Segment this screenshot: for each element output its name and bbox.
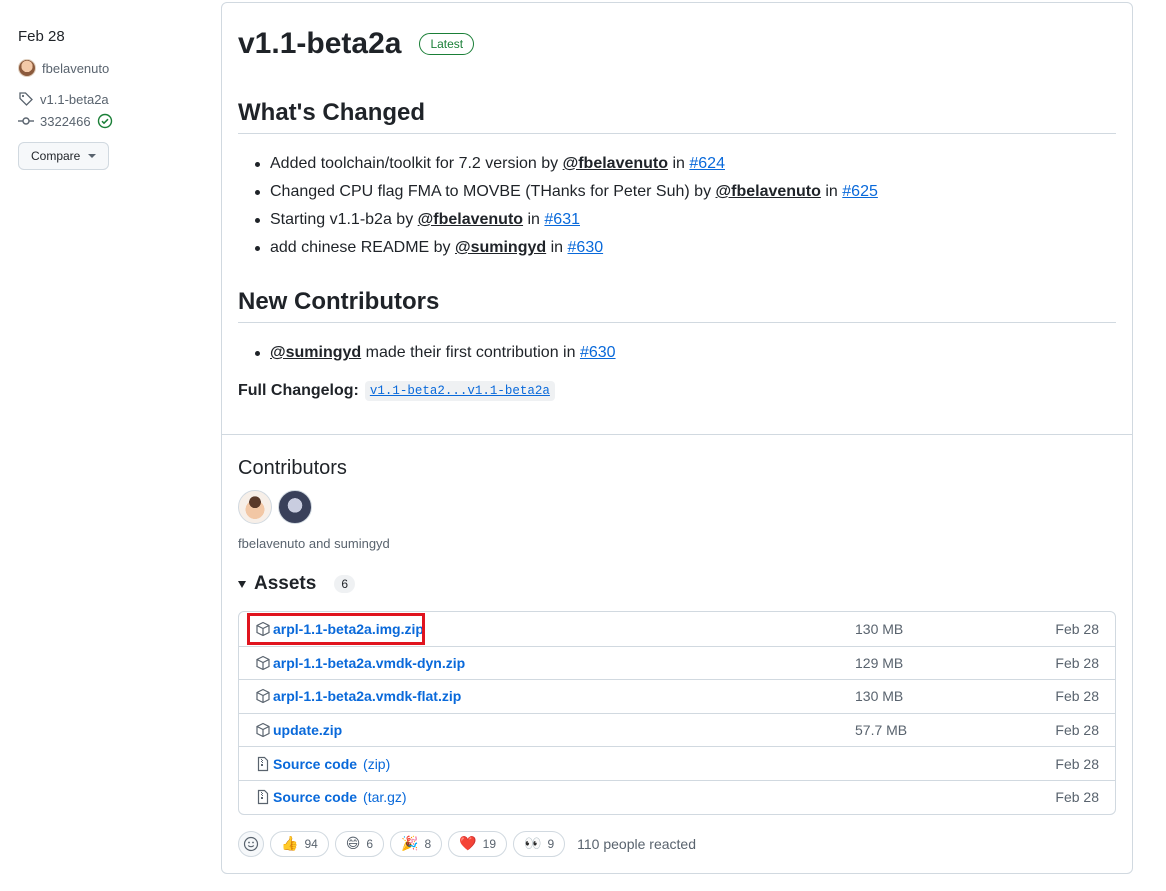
asset-link[interactable]: arpl-1.1-beta2a.img.zip [273,621,424,637]
asset-row: Source code (zip) Feb 28 [239,746,1115,780]
whats-changed-heading: What's Changed [238,99,1116,134]
package-icon [256,621,270,636]
author-row[interactable]: fbelavenuto [18,57,208,79]
list-item: Starting v1.1-b2a by @fbelavenuto in #63… [255,206,1116,234]
reaction-hooray[interactable]: 🎉 8 [390,830,443,857]
release-footer: Contributors fbelavenuto and sumingyd As… [222,435,1132,857]
asset-date: Feb 28 [1055,789,1099,806]
author-mention[interactable]: @fbelavenuto [563,155,668,172]
thumbs-up-icon: 👍 [281,835,299,852]
verified-check-icon [97,113,112,129]
asset-size: 57.7 MB [855,722,908,739]
package-icon [256,689,270,704]
author-name[interactable]: fbelavenuto [42,61,109,76]
contributors-avatars [238,490,1116,524]
latest-badge: Latest [419,33,475,55]
reaction-laugh[interactable]: 😄 6 [334,830,385,857]
tag-row[interactable]: v1.1-beta2a [18,88,208,110]
pr-link[interactable]: #630 [568,239,604,256]
contributors-names: fbelavenuto and sumingyd [238,536,390,551]
asset-size: 129 MB [855,654,904,671]
author-mention[interactable]: @fbelavenuto [716,183,821,200]
tag-icon [19,92,33,106]
list-item: Added toolchain/toolkit for 7.2 version … [255,150,1116,178]
asset-row: update.zip 57.7 MB Feb 28 [239,712,1115,747]
pr-link[interactable]: #630 [580,344,616,361]
asset-row: arpl-1.1-beta2a.vmdk-dyn.zip 129 MB Feb … [239,645,1115,680]
package-icon [256,722,270,738]
file-zip-icon [257,756,269,771]
author-mention[interactable]: @fbelavenuto [418,211,523,228]
release-card: v1.1-beta2a Latest What's Changed Added … [221,2,1133,874]
compare-label: Compare [31,149,81,163]
asset-link[interactable]: arpl-1.1-beta2a.vmdk-flat.zip [273,688,461,704]
heart-icon: ❤️ [459,835,477,852]
author-mention[interactable]: @sumingyd [270,344,361,361]
add-reaction-button[interactable] [238,830,264,857]
reactions-bar: 👍 94 😄 6 🎉 8 ❤️ 19 👀 9 110 people reacted [238,830,1116,857]
changelog-link[interactable]: v1.1-beta2...v1.1-beta2a [364,381,555,401]
asset-link[interactable]: Source code [273,756,357,772]
asset-link[interactable]: arpl-1.1-beta2a.vmdk-dyn.zip [273,655,465,671]
release-date: Feb 28 [18,28,65,45]
asset-ext[interactable]: (tar.gz) [363,789,407,805]
asset-row: arpl-1.1-beta2a.vmdk-flat.zip 130 MB Feb… [239,679,1115,713]
avatar[interactable] [238,490,272,524]
reaction-summary: 110 people reacted [577,835,696,852]
assets-heading: Assets [254,573,317,594]
avatar[interactable] [278,490,312,524]
asset-row: Source code (tar.gz) Feb 28 [239,779,1115,814]
hooray-icon: 🎉 [401,835,419,852]
asset-ext[interactable]: (zip) [363,756,390,772]
asset-date: Feb 28 [1055,688,1099,705]
asset-date: Feb 28 [1055,620,1099,637]
asset-date: Feb 28 [1055,722,1099,739]
contributors-heading: Contributors [238,457,347,479]
list-item: Changed CPU flag FMA to MOVBE (THanks fo… [255,178,1116,206]
package-icon [256,655,270,671]
triangle-down-icon [238,580,246,588]
reaction-eyes[interactable]: 👀 9 [513,830,566,857]
chevron-down-icon [88,154,97,158]
list-item: @sumingyd made their first contribution … [255,339,1116,367]
author-mention[interactable]: @sumingyd [455,239,546,256]
pr-link[interactable]: #631 [544,211,580,228]
commit-row[interactable]: 3322466 [18,110,208,132]
laugh-icon: 😄 [345,835,361,852]
pr-link[interactable]: #625 [842,183,878,200]
eyes-icon: 👀 [524,835,542,852]
release-title[interactable]: v1.1-beta2a [238,27,401,61]
reaction-thumbs-up[interactable]: 👍 94 [270,830,329,857]
asset-link[interactable]: Source code [273,789,357,805]
assets-count-badge: 6 [334,575,356,593]
assets-list: arpl-1.1-beta2a.img.zip 130 MB Feb 28 ar… [238,611,1116,815]
release-sidebar: Feb 28 fbelavenuto v1.1-beta2a 3322466 C… [18,28,208,170]
asset-size: 130 MB [855,688,904,705]
assets-toggle[interactable]: Assets 6 [238,573,1116,595]
changelog-label: Full Changelog: [238,382,359,399]
compare-button[interactable]: Compare [18,142,110,170]
commit-icon [18,117,34,125]
asset-size: 130 MB [855,620,904,637]
release-body: v1.1-beta2a Latest What's Changed Added … [222,3,1132,435]
author-avatar[interactable] [18,59,36,77]
full-changelog: Full Changelog: v1.1-beta2...v1.1-beta2a [238,381,1116,401]
pr-link[interactable]: #624 [689,155,725,172]
new-contributors-list: @sumingyd made their first contribution … [238,339,1116,367]
file-zip-icon [257,790,269,805]
new-contributors-heading: New Contributors [238,288,1116,323]
reaction-heart[interactable]: ❤️ 19 [448,830,508,857]
list-item: add chinese README by @sumingyd in #630 [255,234,1116,262]
asset-row: arpl-1.1-beta2a.img.zip 130 MB Feb 28 [239,612,1115,646]
changes-list: Added toolchain/toolkit for 7.2 version … [238,150,1116,262]
asset-date: Feb 28 [1055,755,1099,772]
commit-sha[interactable]: 3322466 [40,114,91,129]
smiley-icon [243,836,259,851]
tag-label[interactable]: v1.1-beta2a [40,92,109,107]
asset-date: Feb 28 [1055,654,1099,671]
asset-link[interactable]: update.zip [273,722,342,738]
